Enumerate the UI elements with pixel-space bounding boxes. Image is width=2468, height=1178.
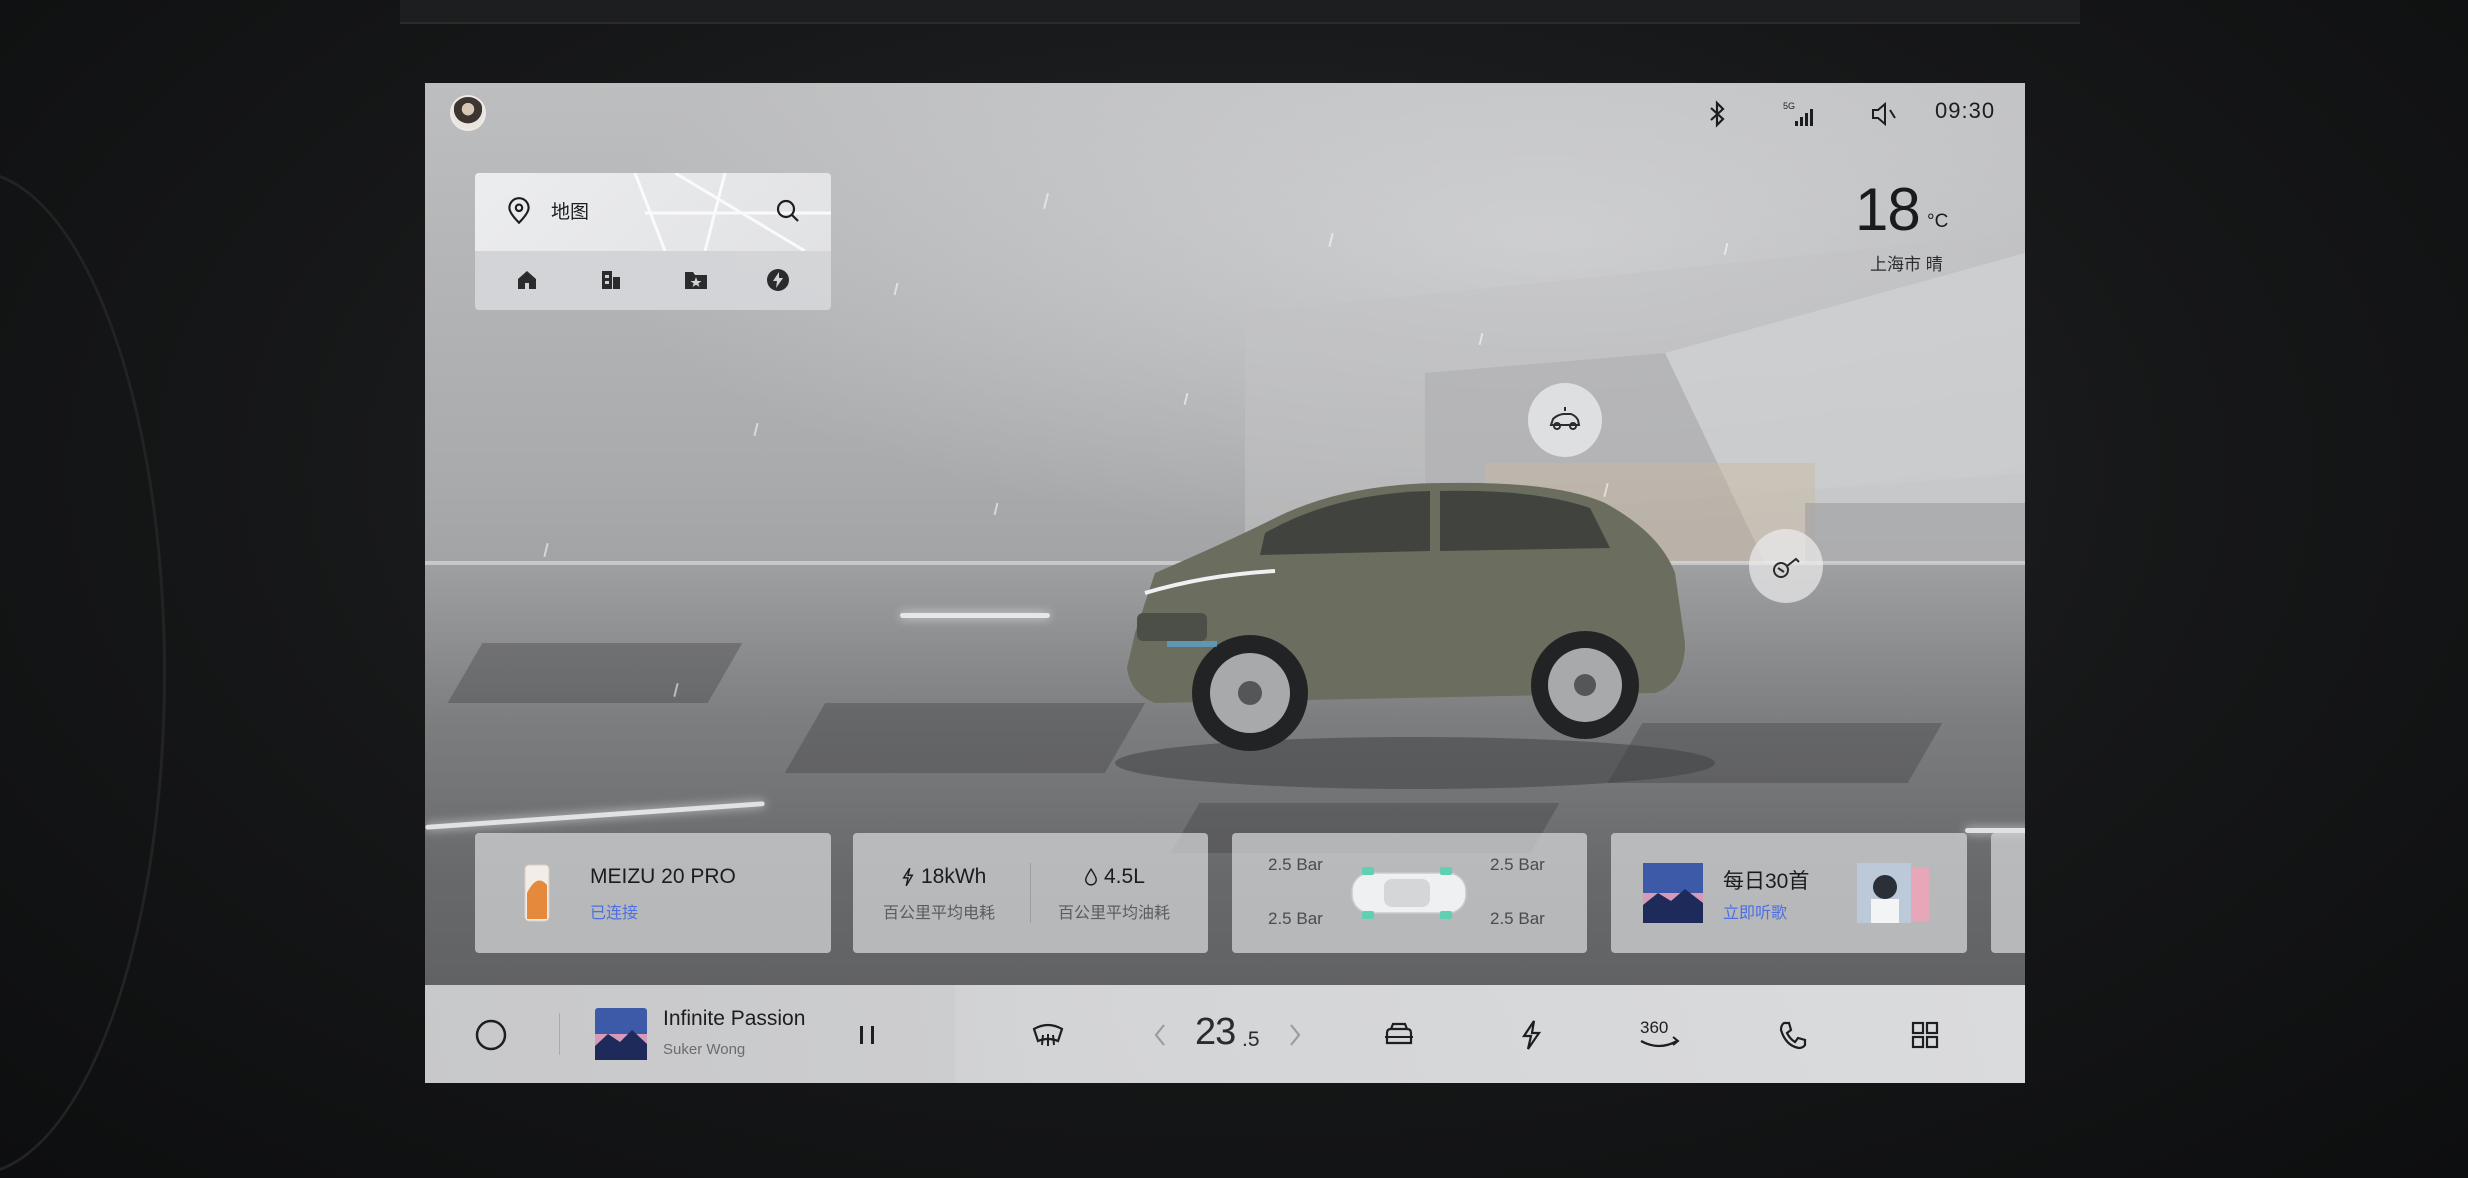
defrost-icon[interactable] — [1028, 1015, 1068, 1055]
charging-icon[interactable] — [765, 267, 791, 293]
lightning-icon — [902, 867, 914, 887]
phone-status: 已连接 — [590, 905, 639, 922]
map-widget[interactable]: 地图 — [475, 173, 831, 310]
map-label: 地图 — [551, 202, 590, 223]
vehicle-image — [1115, 482, 1715, 789]
seat-icon[interactable] — [1379, 1015, 1419, 1055]
camera-360-icon[interactable]: 360 — [1635, 1013, 1683, 1057]
search-icon[interactable] — [773, 196, 803, 226]
playlist-title: 每日30首 — [1723, 870, 1810, 893]
car-outline-icon — [1549, 407, 1581, 430]
home-icon[interactable] — [514, 267, 540, 293]
now-playing-cover-image — [595, 1008, 647, 1060]
fuel-consumption-value: 4.5L — [1104, 865, 1145, 888]
floor-light — [900, 613, 1050, 618]
temp-increase-icon[interactable] — [1275, 1015, 1315, 1055]
car-status-button[interactable] — [1528, 383, 1602, 457]
network-type: 5G — [1783, 101, 1795, 111]
electric-consumption-label: 百公里平均电耗 — [883, 905, 996, 922]
clock: 09:30 — [1935, 98, 1996, 123]
album-cover-image — [1643, 863, 1703, 923]
charging-port-button[interactable] — [1749, 529, 1823, 603]
bottom-dock: Infinite Passion Suker Wong 23 .5 360 — [425, 985, 2025, 1083]
music-card[interactable]: 每日30首 立即听歌 — [1611, 833, 1967, 953]
cabin-temperature: 23 — [1195, 1011, 1236, 1053]
pause-icon[interactable] — [847, 1015, 887, 1055]
divider — [1030, 863, 1031, 923]
home-circle-icon[interactable] — [471, 1015, 511, 1055]
energy-card[interactable]: 18kWh 百公里平均电耗 4.5L 百公里平均油耗 — [853, 833, 1208, 953]
playlist-action[interactable]: 立即听歌 — [1723, 899, 1787, 923]
fuel-drop-icon — [1085, 867, 1097, 886]
bluetooth-icon — [1710, 100, 1725, 128]
svg-text:360: 360 — [1640, 1018, 1668, 1037]
car-display-photo: 5G 09:30 18 °C 上海市 晴 地图 MEIZU 20 PRO 已连接… — [0, 0, 2468, 1178]
tire-rear-right: 2.5 Bar — [1490, 909, 1545, 928]
playlist-covers-image — [1857, 863, 1929, 923]
cabin-temperature-decimal: .5 — [1242, 1028, 1260, 1051]
phone-call-icon[interactable] — [1773, 1015, 1813, 1055]
display-bezel — [400, 0, 2080, 24]
divider — [559, 1013, 560, 1055]
charging-port-icon — [1773, 557, 1800, 578]
infotainment-screen: 5G 09:30 18 °C 上海市 晴 地图 MEIZU 20 PRO 已连接… — [425, 83, 2025, 1083]
floor-tile — [447, 643, 743, 703]
user-avatar[interactable] — [450, 95, 486, 131]
phone-name: MEIZU 20 PRO — [590, 865, 736, 888]
temp-decrease-icon[interactable] — [1140, 1015, 1180, 1055]
favorite-icon[interactable] — [681, 267, 711, 293]
status-bar: 5G 09:30 — [425, 83, 2025, 143]
volume-muted-icon[interactable] — [1868, 99, 1898, 129]
car-topview-icon — [1351, 867, 1467, 919]
tire-rear-left: 2.5 Bar — [1268, 909, 1323, 928]
weather-temperature: 18 — [1855, 176, 1921, 243]
next-card-peek[interactable] — [1991, 833, 2025, 953]
song-artist: Suker Wong — [663, 1041, 746, 1058]
energy-icon[interactable] — [1511, 1015, 1551, 1055]
song-title: Infinite Passion — [663, 1007, 806, 1030]
steering-wheel-shadow — [0, 170, 166, 1176]
map-pin-icon — [508, 197, 530, 225]
tire-pressure-card[interactable]: 2.5 Bar 2.5 Bar 2.5 Bar 2.5 Bar — [1232, 833, 1587, 953]
apps-grid-icon[interactable] — [1905, 1015, 1945, 1055]
weather-unit: °C — [1927, 211, 1949, 232]
phone-icon — [524, 864, 550, 922]
signal-5g-icon: 5G — [1783, 101, 1813, 126]
weather-location: 上海市 晴 — [1870, 255, 1943, 274]
tire-front-left: 2.5 Bar — [1268, 855, 1323, 874]
fuel-consumption-label: 百公里平均油耗 — [1058, 905, 1171, 922]
map-shortcuts — [475, 251, 831, 310]
tire-front-right: 2.5 Bar — [1490, 855, 1545, 874]
electric-consumption-value: 18kWh — [921, 865, 987, 888]
map-preview[interactable]: 地图 — [475, 173, 831, 251]
phone-card[interactable]: MEIZU 20 PRO 已连接 — [475, 833, 831, 953]
office-icon[interactable] — [598, 267, 624, 293]
